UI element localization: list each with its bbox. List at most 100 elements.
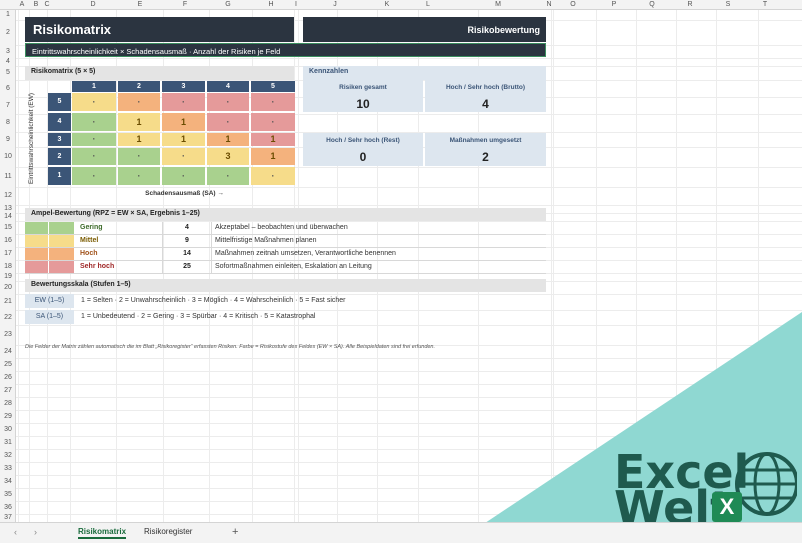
column-header-K[interactable]: K [382,1,392,8]
matrix-cell[interactable]: 1 [162,133,205,146]
matrix-cell[interactable]: 1 [207,133,249,146]
scale-values: 1 = Unbedeutend · 2 = Gering · 3 = Spürb… [81,313,316,320]
row-header-3[interactable]: 3 [0,48,16,55]
column-header-E[interactable]: E [135,1,145,8]
column-header-I[interactable]: I [291,1,301,8]
row-header-11[interactable]: 11 [0,173,16,180]
row-header-2[interactable]: 2 [0,29,16,36]
row-header-33[interactable]: 33 [0,465,16,472]
matrix-cell[interactable]: · [72,167,116,185]
row-header-8[interactable]: 8 [0,119,16,126]
column-header-N[interactable]: N [544,1,554,8]
scale-row-ew: EW (1–5) 1 = Selten · 2 = Unwahrscheinli… [25,294,546,308]
row-header-12[interactable]: 12 [0,192,16,199]
tab-risikomatrix[interactable]: Risikomatrix [78,527,127,539]
column-header-M[interactable]: M [493,1,503,8]
tab-risikoregister[interactable]: Risikoregister [144,527,192,536]
row-header-19[interactable]: 19 [0,273,16,280]
row-header-13[interactable]: 13 [0,205,16,212]
column-header-J[interactable]: J [330,1,340,8]
matrix-cell[interactable]: · [207,113,249,131]
matrix-cell[interactable]: · [118,167,160,185]
matrix-cell[interactable]: 1 [251,148,295,165]
row-header-29[interactable]: 29 [0,413,16,420]
row-header-4[interactable]: 4 [0,58,16,65]
matrix-cell[interactable]: · [162,167,205,185]
sheet-tab-bar: ‹ › Risikomatrix Risikoregister + [0,522,802,543]
row-header-26[interactable]: 26 [0,374,16,381]
matrix-cell[interactable]: · [207,93,249,111]
matrix-cell[interactable]: · [118,148,160,165]
column-header-F[interactable]: F [180,1,190,8]
tab-prev-icon[interactable]: ‹ [14,527,17,537]
matrix-cell[interactable]: · [251,167,295,185]
add-sheet-button[interactable]: + [232,526,238,538]
matrix-cell[interactable]: 3 [207,148,249,165]
column-header-B[interactable]: B [31,1,41,8]
row-header-35[interactable]: 35 [0,491,16,498]
column-header-C[interactable]: C [42,1,52,8]
row-header-7[interactable]: 7 [0,102,16,109]
column-header-L[interactable]: L [423,1,433,8]
grid-hline [16,371,802,372]
matrix-cell[interactable]: · [72,148,116,165]
row-header-18[interactable]: 18 [0,263,16,270]
ampel-rpz[interactable]: 4 [162,222,212,234]
column-header-G[interactable]: G [223,1,233,8]
matrix-cell[interactable]: · [72,113,116,131]
row-header-22[interactable]: 22 [0,314,16,321]
row-header-5[interactable]: 5 [0,69,16,76]
matrix-cell[interactable]: 1 [162,113,205,131]
ampel-rpz[interactable]: 9 [162,235,212,247]
ampel-rpz[interactable]: 14 [162,248,212,260]
matrix-cell[interactable]: · [162,93,205,111]
matrix-cell[interactable]: 1 [118,113,160,131]
column-header-Q[interactable]: Q [647,1,657,8]
column-header-A[interactable]: A [17,1,27,8]
row-header-21[interactable]: 21 [0,298,16,305]
row-header-24[interactable]: 24 [0,348,16,355]
matrix-cell[interactable]: · [162,148,205,165]
row-header-27[interactable]: 27 [0,387,16,394]
subtitle-cell[interactable]: Eintrittswahrscheinlichkeit × Schadensau… [25,43,546,57]
column-header-T[interactable]: T [760,1,770,8]
matrix-row-header: 4 [48,113,71,131]
row-header-14[interactable]: 14 [0,213,16,220]
matrix-cell[interactable]: · [207,167,249,185]
row-header-17[interactable]: 17 [0,250,16,257]
row-header-34[interactable]: 34 [0,478,16,485]
matrix-cell[interactable]: · [72,133,116,146]
ampel-swatch [25,261,48,273]
matrix-cell[interactable]: 1 [251,133,295,146]
row-header-20[interactable]: 20 [0,284,16,291]
matrix-cell[interactable]: · [251,93,295,111]
row-header-30[interactable]: 30 [0,426,16,433]
row-header-23[interactable]: 23 [0,331,16,338]
row-header-36[interactable]: 36 [0,504,16,511]
row-header-6[interactable]: 6 [0,85,16,92]
row-header-1[interactable]: 1 [0,11,16,18]
column-header-H[interactable]: H [266,1,276,8]
matrix-cell[interactable]: · [72,93,116,111]
matrix-cell[interactable]: · [251,113,295,131]
kpi-value: 4 [482,97,489,111]
row-header-10[interactable]: 10 [0,153,16,160]
column-header-D[interactable]: D [88,1,98,8]
row-header-28[interactable]: 28 [0,400,16,407]
matrix-cell[interactable]: · [118,93,160,111]
matrix-cell[interactable]: 1 [118,133,160,146]
ampel-rpz[interactable]: 25 [162,261,212,273]
row-header-25[interactable]: 25 [0,361,16,368]
tab-next-icon[interactable]: › [34,527,37,537]
grid-hline [16,58,802,59]
row-header-16[interactable]: 16 [0,237,16,244]
row-header-32[interactable]: 32 [0,452,16,459]
column-header-P[interactable]: P [609,1,619,8]
row-header-31[interactable]: 31 [0,439,16,446]
column-header-R[interactable]: R [685,1,695,8]
row-header-37[interactable]: 37 [0,514,16,521]
row-header-9[interactable]: 9 [0,136,16,143]
column-header-S[interactable]: S [723,1,733,8]
row-header-15[interactable]: 15 [0,224,16,231]
column-header-O[interactable]: O [568,1,578,8]
